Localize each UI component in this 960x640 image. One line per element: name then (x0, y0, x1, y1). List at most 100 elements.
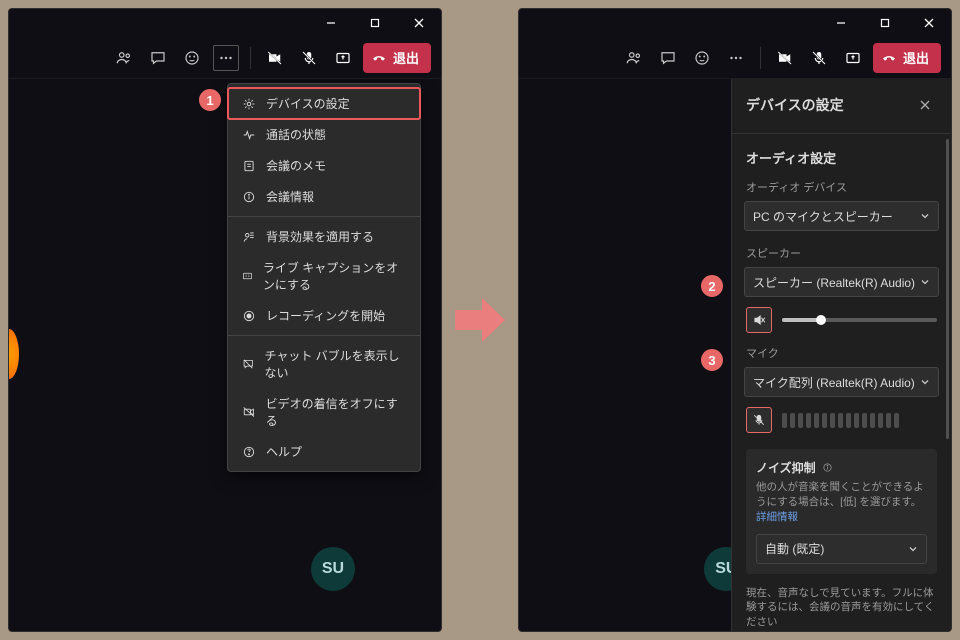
info-icon (822, 462, 833, 473)
menu-label: 通話の状態 (266, 126, 326, 143)
panel-close-button[interactable] (913, 93, 937, 117)
leave-label: 退出 (903, 48, 929, 67)
chevron-down-icon (920, 277, 930, 287)
speaker-volume-slider[interactable] (782, 318, 937, 322)
help-icon (242, 445, 256, 459)
call-body-left: 1 デバイスの設定 通話の状態 会議のメモ 会議情報 (9, 79, 441, 631)
chat-icon[interactable] (144, 44, 172, 72)
menu-separator (228, 216, 420, 217)
noise-select[interactable]: 自動 (既定) (756, 534, 927, 564)
maximize-button[interactable] (867, 9, 903, 37)
minimize-button[interactable] (823, 9, 859, 37)
menu-label: ライブ キャプションをオンにする (263, 259, 406, 293)
audio-section-title: オーディオ設定 (732, 140, 951, 171)
more-menu: デバイスの設定 通話の状態 会議のメモ 会議情報 背景効果を適用する (227, 83, 421, 472)
teams-window-left: 退出 1 デバイスの設定 通話の状態 会議のメモ (8, 8, 442, 632)
decorative-circle (9, 329, 19, 379)
menu-meeting-notes[interactable]: 会議のメモ (228, 150, 420, 181)
menu-help[interactable]: ヘルプ (228, 436, 420, 467)
minimize-button[interactable] (313, 9, 349, 37)
menu-label: 会議のメモ (266, 157, 326, 174)
transition-arrow (450, 290, 510, 350)
toolbar-divider (760, 47, 761, 69)
maximize-button[interactable] (357, 9, 393, 37)
menu-start-recording[interactable]: レコーディングを開始 (228, 300, 420, 331)
select-value: PC のマイクとスピーカー (753, 208, 893, 225)
leave-button[interactable]: 退出 (873, 43, 941, 73)
annotation-marker-1: 1 (199, 89, 221, 111)
menu-meeting-info[interactable]: 会議情報 (228, 181, 420, 212)
titlebar (9, 9, 441, 37)
camera-off-icon[interactable] (261, 44, 289, 72)
message-off-icon (242, 357, 254, 371)
leave-button[interactable]: 退出 (363, 43, 431, 73)
mic-level-meter (782, 413, 937, 428)
noise-desc: 他の人が音楽を聞くことができるようにする場合は、[低] を選びます。 (756, 481, 924, 508)
speaker-mute-button[interactable] (746, 307, 772, 333)
speaker-label: スピーカー (732, 237, 951, 265)
muted-note: 現在、音声なしで見ています。フルに体験するには、会議の音声を有効にしてください (746, 586, 937, 630)
chevron-down-icon (908, 544, 918, 554)
people-icon[interactable] (620, 44, 648, 72)
noise-suppression-card: ノイズ抑制 他の人が音楽を聞くことができるようにする場合は、[低] を選びます。… (746, 449, 937, 574)
annotation-marker-3: 3 (701, 349, 723, 371)
share-icon[interactable] (329, 44, 357, 72)
chevron-down-icon (920, 211, 930, 221)
menu-turn-off-incoming-video[interactable]: ビデオの着信をオフにする (228, 388, 420, 436)
noise-details-link[interactable]: 詳細情報 (756, 511, 798, 523)
mic-muted-icon (752, 413, 766, 427)
record-icon (242, 309, 256, 323)
scrollbar[interactable] (946, 139, 949, 439)
menu-background-effects[interactable]: 背景効果を適用する (228, 221, 420, 252)
mic-select[interactable]: マイク配列 (Realtek(R) Audio) (744, 367, 939, 397)
mic-off-icon[interactable] (295, 44, 323, 72)
speaker-muted-icon (752, 313, 766, 327)
menu-label: レコーディングを開始 (266, 307, 385, 324)
audio-device-label: オーディオ デバイス (732, 171, 951, 199)
chat-icon[interactable] (654, 44, 682, 72)
menu-call-health[interactable]: 通話の状態 (228, 119, 420, 150)
more-icon[interactable] (722, 44, 750, 72)
menu-label: ビデオの着信をオフにする (266, 395, 406, 429)
people-icon[interactable] (110, 44, 138, 72)
menu-label: デバイスの設定 (266, 95, 350, 112)
call-toolbar: 退出 (519, 37, 951, 79)
select-value: スピーカー (Realtek(R) Audio) (753, 274, 915, 291)
more-icon[interactable] (212, 44, 240, 72)
leave-label: 退出 (393, 48, 419, 67)
menu-device-settings[interactable]: デバイスの設定 (228, 88, 420, 119)
info-icon (242, 190, 256, 204)
hangup-icon (881, 50, 897, 66)
device-settings-panel: デバイスの設定 オーディオ設定 オーディオ デバイス PC のマイクとスピーカー… (731, 79, 951, 631)
chevron-down-icon (920, 377, 930, 387)
notes-icon (242, 159, 256, 173)
background-icon (242, 230, 256, 244)
menu-hide-chat-bubble[interactable]: チャット バブルを表示しない (228, 340, 420, 388)
menu-live-captions[interactable]: ライブ キャプションをオンにする (228, 252, 420, 300)
audio-device-select[interactable]: PC のマイクとスピーカー (744, 201, 939, 231)
react-icon[interactable] (178, 44, 206, 72)
share-icon[interactable] (839, 44, 867, 72)
activity-icon (242, 128, 256, 142)
titlebar (519, 9, 951, 37)
gear-icon (242, 97, 256, 111)
panel-title: デバイスの設定 (746, 95, 844, 115)
menu-label: 会議情報 (266, 188, 314, 205)
close-button[interactable] (401, 9, 437, 37)
react-icon[interactable] (688, 44, 716, 72)
hangup-icon (371, 50, 387, 66)
select-value: マイク配列 (Realtek(R) Audio) (753, 374, 915, 391)
menu-label: ヘルプ (266, 443, 302, 460)
caption-icon (242, 269, 253, 283)
camera-off-icon[interactable] (771, 44, 799, 72)
call-toolbar: 退出 (9, 37, 441, 79)
close-button[interactable] (911, 9, 947, 37)
annotation-marker-2: 2 (701, 275, 723, 297)
video-off-icon (242, 405, 256, 419)
mic-mute-button[interactable] (746, 407, 772, 433)
mic-label: マイク (732, 337, 951, 365)
mic-off-icon[interactable] (805, 44, 833, 72)
menu-separator (228, 335, 420, 336)
avatar: SU (311, 547, 355, 591)
speaker-select[interactable]: スピーカー (Realtek(R) Audio) (744, 267, 939, 297)
